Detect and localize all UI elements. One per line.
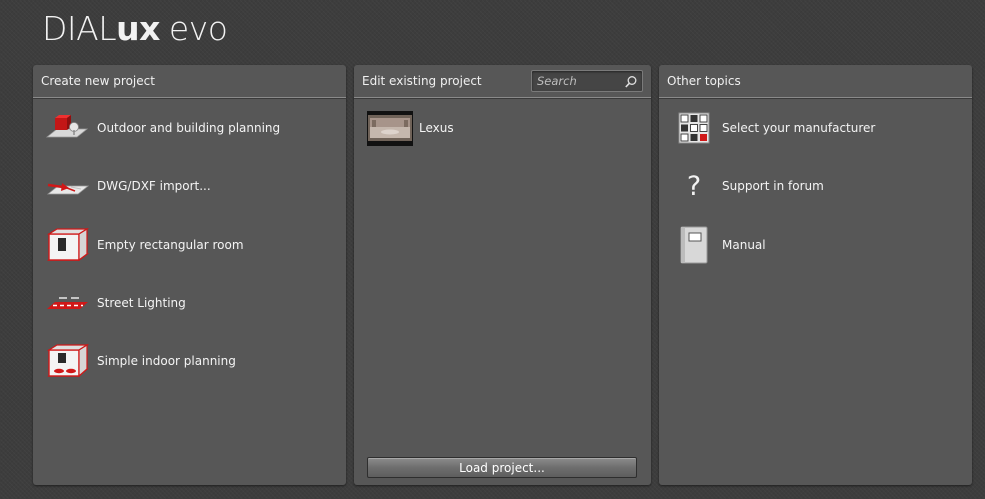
dwg-dxf-import-label: DWG/DXF import...: [97, 179, 211, 193]
dialux-evo-logo: DIAL ux evo: [42, 9, 228, 49]
indoor-planning-icon: [45, 342, 89, 380]
edit-panel-header: Edit existing project: [354, 65, 651, 98]
select-manufacturer-label: Select your manufacturer: [722, 121, 876, 135]
logo-dial: DIAL: [42, 9, 117, 48]
street-lighting-item[interactable]: Street Lighting: [45, 283, 186, 323]
empty-rectangular-room-item[interactable]: Empty rectangular room: [45, 225, 244, 265]
project-search-input[interactable]: [532, 71, 623, 91]
search-icon[interactable]: [624, 74, 638, 88]
dwg-import-icon: [45, 167, 89, 205]
select-manufacturer-item[interactable]: Select your manufacturer: [674, 108, 875, 148]
manufacturer-grid-icon: [674, 109, 714, 147]
empty-room-icon: [45, 226, 89, 264]
street-lighting-label: Street Lighting: [97, 296, 186, 310]
project-item-lexus[interactable]: Lexus: [367, 108, 454, 148]
street-lighting-icon: [45, 284, 89, 322]
project-label-lexus: Lexus: [419, 121, 454, 135]
other-panel-header: Other topics: [659, 65, 972, 98]
indoor-planning-label: Simple indoor planning: [97, 354, 236, 368]
other-topics-panel: Other topics Select your manufacturer ? …: [659, 65, 972, 485]
support-forum-label: Support in forum: [722, 179, 824, 193]
project-search-box: [531, 70, 643, 92]
project-thumbnail: [367, 110, 413, 146]
outdoor-building-label: Outdoor and building planning: [97, 121, 281, 135]
manual-icon: [674, 226, 714, 264]
create-new-project-panel: Create new project Outdoor and building …: [33, 65, 346, 485]
load-project-button[interactable]: Load project...: [367, 457, 637, 478]
support-forum-item[interactable]: ? Support in forum: [674, 166, 824, 206]
create-panel-title: Create new project: [41, 74, 155, 88]
other-panel-title: Other topics: [667, 74, 741, 88]
manual-label: Manual: [722, 238, 766, 252]
logo-evo: evo: [168, 9, 228, 48]
empty-room-label: Empty rectangular room: [97, 238, 244, 252]
edit-panel-title: Edit existing project: [362, 74, 482, 88]
simple-indoor-planning-item[interactable]: Simple indoor planning: [45, 341, 236, 381]
create-panel-header: Create new project: [33, 65, 346, 98]
logo-ux: ux: [116, 9, 160, 48]
question-icon: ?: [686, 170, 702, 202]
outdoor-building-icon: [45, 109, 89, 147]
manual-item[interactable]: Manual: [674, 225, 766, 265]
dwg-dxf-import-item[interactable]: DWG/DXF import...: [45, 166, 211, 206]
outdoor-building-planning-item[interactable]: Outdoor and building planning: [45, 108, 280, 148]
edit-existing-project-panel: Edit existing project Lexus Load p: [354, 65, 651, 485]
